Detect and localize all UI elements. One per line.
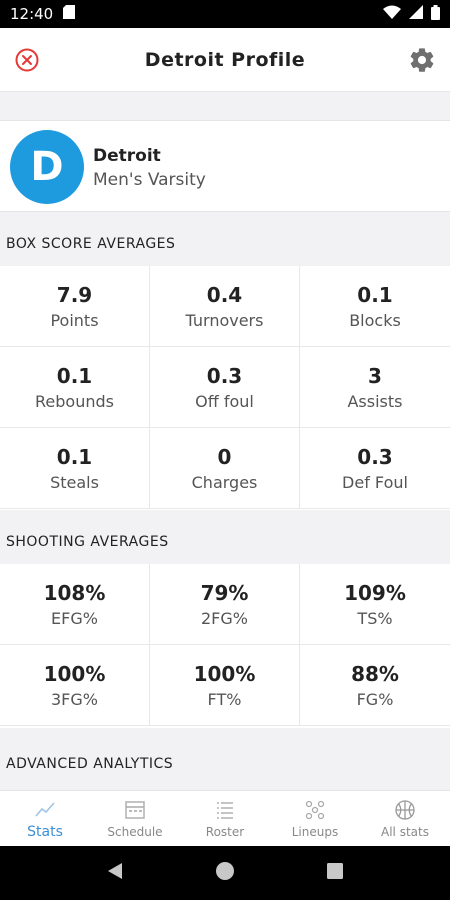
- stat-cell: 0 Charges: [150, 428, 300, 509]
- stat-label: Turnovers: [185, 310, 264, 330]
- app-header: Detroit Profile: [0, 28, 450, 92]
- signal-icon: [409, 5, 423, 23]
- stat-label: Charges: [191, 472, 258, 492]
- stat-value: 0.1: [56, 363, 93, 388]
- nav-roster[interactable]: Roster: [180, 791, 270, 846]
- wifi-icon: [383, 5, 401, 23]
- basketball-icon: [395, 799, 415, 820]
- team-name: Detroit: [93, 146, 161, 166]
- stat-label: Assists: [347, 391, 403, 411]
- stat-cell: 0.1 Steals: [0, 428, 150, 509]
- list-icon: [217, 801, 233, 819]
- stat-value: 0.3: [206, 363, 243, 388]
- status-bar: 12:40: [0, 0, 450, 28]
- stat-label: Points: [50, 310, 99, 330]
- home-icon[interactable]: [215, 861, 235, 885]
- gear-icon[interactable]: [408, 46, 436, 74]
- lineup-icon: [305, 800, 325, 819]
- team-subtitle: Men's Varsity: [93, 170, 206, 190]
- stat-value: 88%: [351, 661, 399, 686]
- stat-cell: 108% EFG%: [0, 564, 150, 645]
- stat-value: 0: [217, 444, 232, 469]
- stat-cell: 109% TS%: [300, 564, 450, 645]
- shooting-header: SHOOTING AVERAGES: [0, 510, 450, 564]
- stat-cell: 0.1 Blocks: [300, 266, 450, 347]
- nav-label: Schedule: [107, 824, 163, 839]
- calendar-icon: [125, 800, 145, 819]
- close-icon[interactable]: [14, 47, 40, 73]
- box-score-header: BOX SCORE AVERAGES: [0, 212, 450, 266]
- status-time: 12:40: [10, 5, 54, 23]
- nav-stats[interactable]: Stats: [0, 791, 90, 846]
- sd-card-icon: [63, 5, 76, 23]
- nav-label: Roster: [205, 824, 245, 839]
- nav-label: All stats: [381, 824, 429, 839]
- back-icon[interactable]: [106, 861, 124, 885]
- stat-value: 100%: [43, 661, 106, 686]
- stat-label: FG%: [356, 689, 394, 709]
- battery-icon: [431, 4, 440, 24]
- stat-cell: 0.3 Def Foul: [300, 428, 450, 509]
- stat-label: Off foul: [195, 391, 254, 411]
- nav-all-stats[interactable]: All stats: [360, 791, 450, 846]
- nav-label: Stats: [27, 823, 63, 840]
- stat-cell: 7.9 Points: [0, 266, 150, 347]
- stat-value: 7.9: [56, 282, 93, 307]
- stat-cell: 0.3 Off foul: [150, 347, 300, 428]
- team-card: D Detroit Men's Varsity: [0, 120, 450, 212]
- nav-lineups[interactable]: Lineups: [270, 791, 360, 846]
- advanced-analytics-header: ADVANCED ANALYTICS: [0, 728, 450, 790]
- stat-label: EFG%: [51, 608, 98, 628]
- shooting-grid: 108% EFG% 79% 2FG% 109% TS% 100% 3FG% 100% FT…: [0, 564, 450, 726]
- line-chart-icon: [35, 801, 55, 817]
- spacer: [0, 92, 450, 120]
- stat-cell: 100% FT%: [150, 645, 300, 726]
- stat-cell: 3 Assists: [300, 347, 450, 428]
- stat-value: 109%: [344, 580, 406, 605]
- bottom-nav: Stats Schedule Roster Lineups All stats: [0, 790, 450, 846]
- stat-value: 0.4: [206, 282, 243, 307]
- stat-value: 0.3: [357, 444, 393, 469]
- stat-label: Rebounds: [35, 391, 114, 411]
- stat-cell: 0.4 Turnovers: [150, 266, 300, 347]
- system-nav-bar: [0, 846, 450, 900]
- stat-cell: 79% 2FG%: [150, 564, 300, 645]
- stat-cell: 100% 3FG%: [0, 645, 150, 726]
- stat-value: 79%: [200, 580, 249, 605]
- box-score-grid: 7.9 Points 0.4 Turnovers 0.1 Blocks 0.1 Rebo…: [0, 266, 450, 509]
- nav-schedule[interactable]: Schedule: [90, 791, 180, 846]
- stat-label: TS%: [357, 608, 393, 628]
- stat-label: Def Foul: [342, 472, 408, 492]
- stat-label: FT%: [207, 689, 242, 709]
- stat-label: 3FG%: [51, 689, 98, 709]
- stat-value: 108%: [43, 580, 106, 605]
- stat-value: 100%: [193, 661, 256, 686]
- nav-label: Lineups: [291, 824, 339, 839]
- stat-value: 0.1: [357, 282, 393, 307]
- stat-label: 2FG%: [201, 608, 248, 628]
- stat-value: 3: [368, 363, 382, 388]
- team-avatar: D: [10, 130, 84, 204]
- stat-value: 0.1: [56, 444, 93, 469]
- stat-label: Steals: [50, 472, 99, 492]
- page-title: Detroit Profile: [144, 48, 306, 71]
- stat-cell: 0.1 Rebounds: [0, 347, 150, 428]
- stat-label: Blocks: [349, 310, 401, 330]
- recents-icon[interactable]: [326, 862, 344, 884]
- stat-cell: 88% FG%: [300, 645, 450, 726]
